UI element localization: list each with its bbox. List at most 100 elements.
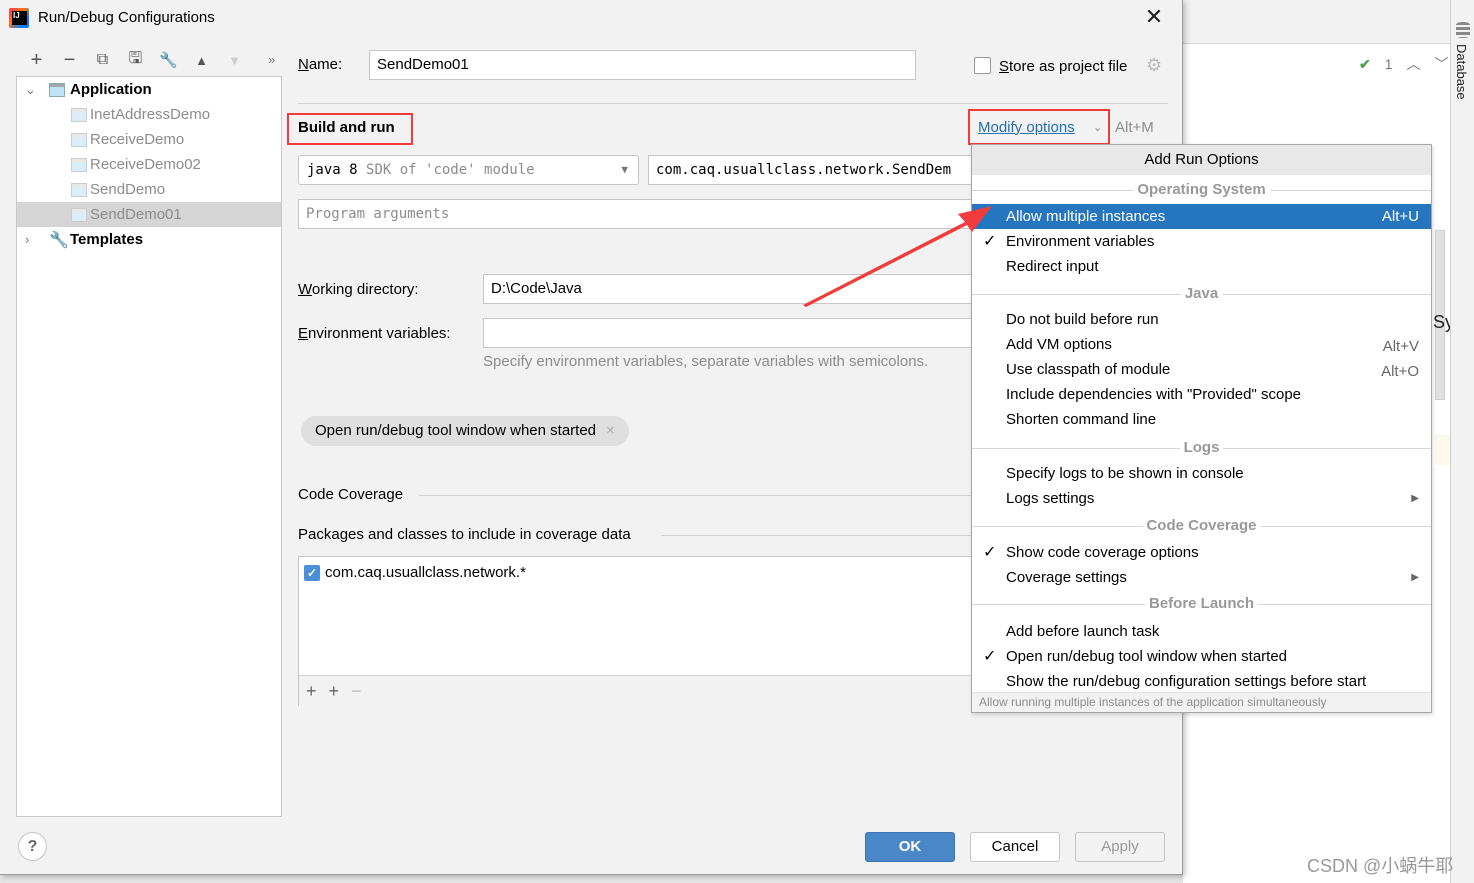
previous-highlight-icon[interactable]: ︿ bbox=[1407, 54, 1421, 74]
more-actions-icon[interactable]: » bbox=[268, 52, 275, 67]
group-label: Java bbox=[1180, 285, 1223, 303]
gear-icon[interactable]: ⚙ bbox=[1146, 55, 1162, 76]
store-label-text: tore as project file bbox=[1009, 58, 1128, 75]
close-button[interactable]: ✕ bbox=[1140, 4, 1168, 32]
apply-button[interactable]: Apply bbox=[1075, 832, 1165, 862]
run-config-icon bbox=[71, 207, 87, 222]
program-arguments-input[interactable]: Program arguments bbox=[298, 199, 978, 229]
menu-item-logs-settings[interactable]: Logs settings ▶ bbox=[972, 486, 1431, 511]
tree-item-label: SendDemo bbox=[90, 181, 166, 198]
name-input[interactable]: SendDemo01 bbox=[369, 50, 916, 80]
working-directory-label-text: orking directory: bbox=[311, 281, 419, 298]
environment-variables-input[interactable] bbox=[483, 318, 978, 348]
title-bar: Run/Debug Configurations ✕ bbox=[0, 0, 1182, 36]
menu-item-specify-logs[interactable]: Specify logs to be shown in console bbox=[972, 461, 1431, 486]
menu-item-show-settings-before-start[interactable]: Show the run/debug configuration setting… bbox=[972, 669, 1431, 694]
add-class-icon[interactable]: + bbox=[306, 681, 317, 702]
add-configuration-button[interactable]: + bbox=[20, 48, 53, 72]
inspection-count: 1 bbox=[1384, 56, 1393, 72]
help-button[interactable]: ? bbox=[18, 832, 47, 861]
menu-item-coverage-settings[interactable]: Coverage settings ▶ bbox=[972, 565, 1431, 590]
menu-item-allow-multiple-instances[interactable]: Allow multiple instances Alt+U bbox=[972, 204, 1431, 229]
menu-item-label: Shorten command line bbox=[1006, 411, 1157, 428]
run-config-icon bbox=[71, 182, 87, 197]
remove-configuration-button[interactable]: − bbox=[53, 48, 86, 72]
menu-item-label: Show the run/debug configuration setting… bbox=[1006, 673, 1367, 690]
menu-item-do-not-build[interactable]: Do not build before run bbox=[972, 307, 1431, 332]
chevron-right-icon[interactable]: › bbox=[25, 232, 29, 247]
tree-item-label: ReceiveDemo02 bbox=[90, 156, 201, 173]
menu-item-add-before-launch[interactable]: Add before launch task bbox=[972, 619, 1431, 644]
add-run-options-popup: Add Run Options Operating System Allow m… bbox=[971, 144, 1432, 713]
next-highlight-icon[interactable]: ﹀ bbox=[1435, 54, 1449, 74]
option-chip: Open run/debug tool window when started × bbox=[301, 416, 629, 446]
menu-item-label: Specify logs to be shown in console bbox=[1006, 465, 1244, 482]
move-up-button[interactable]: ▲ bbox=[185, 48, 218, 72]
tree-node-application[interactable]: ⌄ Application bbox=[17, 77, 281, 102]
group-label: Before Launch bbox=[1144, 595, 1259, 613]
menu-item-shorten-command-line[interactable]: Shorten command line bbox=[972, 407, 1431, 432]
chevron-down-icon[interactable]: ⌄ bbox=[25, 82, 36, 98]
separator bbox=[298, 103, 1168, 104]
menu-item-open-tool-window[interactable]: ✓ Open run/debug tool window when started bbox=[972, 644, 1431, 669]
save-configuration-button[interactable]: 🖫 bbox=[119, 48, 152, 72]
working-directory-label: Working directory: bbox=[298, 281, 419, 298]
group-label: Operating System bbox=[1133, 181, 1270, 199]
group-operating-system: Operating System bbox=[972, 181, 1431, 199]
remove-entry-icon[interactable]: − bbox=[351, 681, 362, 702]
ide-toolbar bbox=[1183, 0, 1453, 44]
coverage-package-item[interactable]: ✓ com.caq.usuallclass.network.* bbox=[304, 564, 526, 581]
coverage-packages-list: ✓ com.caq.usuallclass.network.* + + − bbox=[298, 556, 978, 706]
store-as-project-file-label[interactable]: Store as project file bbox=[999, 58, 1127, 75]
check-icon: ✓ bbox=[983, 544, 997, 561]
tree-item[interactable]: SendDemo bbox=[17, 177, 281, 202]
menu-item-environment-variables[interactable]: ✓ Environment variables bbox=[972, 229, 1431, 254]
group-before-launch: Before Launch bbox=[972, 595, 1431, 613]
environment-variables-label: Environment variables: bbox=[298, 325, 451, 342]
jre-sdk-description: SDK of 'code' module bbox=[366, 162, 535, 178]
menu-item-use-classpath[interactable]: Use classpath of module Alt+O bbox=[972, 357, 1431, 382]
submenu-arrow-icon: ▶ bbox=[1411, 493, 1419, 504]
cancel-button[interactable]: Cancel bbox=[970, 832, 1060, 862]
store-as-project-file-checkbox[interactable] bbox=[974, 57, 991, 74]
inspection-widget[interactable]: ✔ 1 ︿ ﹀ bbox=[1359, 54, 1449, 74]
menu-item-label: Add before launch task bbox=[1006, 623, 1160, 640]
tree-item[interactable]: InetAddressDemo bbox=[17, 102, 281, 127]
name-label: Name: bbox=[298, 56, 343, 73]
run-config-icon bbox=[71, 107, 87, 122]
check-icon: ✓ bbox=[983, 233, 997, 250]
working-directory-input[interactable]: D:\Code\Java bbox=[483, 274, 978, 304]
tree-node-templates[interactable]: › 🔧 Templates bbox=[17, 227, 281, 252]
menu-item-include-provided[interactable]: Include dependencies with "Provided" sco… bbox=[972, 382, 1431, 407]
add-package-icon[interactable]: + bbox=[329, 681, 340, 702]
copy-configuration-button[interactable]: ⧉ bbox=[86, 48, 119, 72]
tree-item-selected[interactable]: SendDemo01 bbox=[17, 202, 281, 227]
jre-combobox[interactable]: java 8 SDK of 'code' module ▼ bbox=[298, 155, 639, 185]
menu-item-label: Logs settings bbox=[1006, 490, 1095, 507]
group-logs: Logs bbox=[972, 439, 1431, 457]
main-class-input[interactable]: com.caq.usuallclass.network.SendDem bbox=[648, 155, 978, 185]
menu-item-label: Coverage settings bbox=[1006, 569, 1127, 586]
group-label: Logs bbox=[1179, 439, 1224, 457]
inspection-ok-icon: ✔ bbox=[1359, 55, 1371, 72]
menu-item-show-coverage-options[interactable]: ✓ Show code coverage options bbox=[972, 540, 1431, 565]
tree-item[interactable]: ReceiveDemo02 bbox=[17, 152, 281, 177]
popup-title: Add Run Options bbox=[972, 145, 1431, 175]
env-label-text: nvironment variables: bbox=[308, 325, 451, 342]
menu-item-add-vm-options[interactable]: Add VM options Alt+V bbox=[972, 332, 1431, 357]
modify-options-shortcut: Alt+M bbox=[1115, 119, 1154, 136]
database-tool-tab[interactable]: Database bbox=[1450, 0, 1474, 883]
menu-item-label: Allow multiple instances bbox=[1006, 208, 1166, 225]
coverage-package-checkbox[interactable]: ✓ bbox=[304, 564, 320, 581]
move-down-button[interactable]: ▼ bbox=[218, 48, 251, 72]
ok-button[interactable]: OK bbox=[865, 832, 955, 862]
menu-item-label: Open run/debug tool window when started bbox=[1006, 648, 1288, 665]
menu-item-label: Include dependencies with "Provided" sco… bbox=[1006, 386, 1302, 403]
tree-item[interactable]: ReceiveDemo bbox=[17, 127, 281, 152]
tree-item-label: SendDemo01 bbox=[90, 206, 182, 223]
edit-templates-button[interactable]: 🔧 bbox=[152, 48, 185, 72]
tree-node-label: Application bbox=[70, 81, 152, 98]
intellij-app-icon bbox=[9, 8, 29, 28]
remove-option-icon[interactable]: × bbox=[606, 422, 615, 439]
menu-item-redirect-input[interactable]: Redirect input bbox=[972, 254, 1431, 279]
